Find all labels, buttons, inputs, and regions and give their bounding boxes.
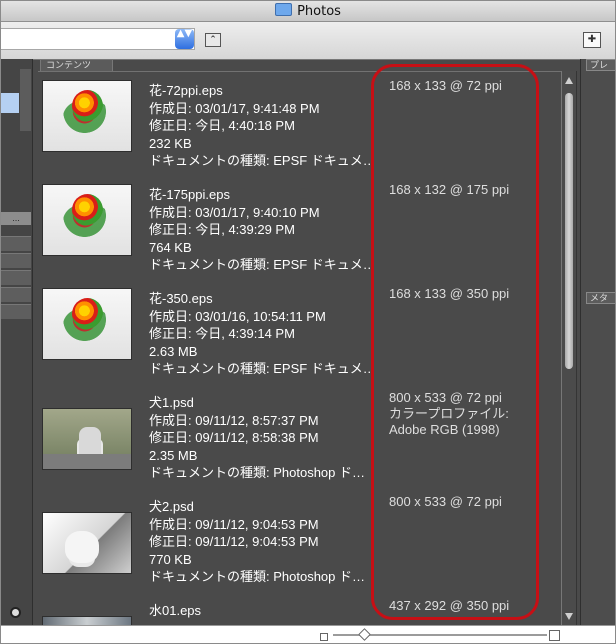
flower-thumbnail: [42, 184, 132, 256]
bottom-bar: [1, 625, 615, 643]
photos-window: Photos ▲▼ ⌃ ✚ ... コンテンツ 花-72ppi.eps 作成日: …: [0, 0, 616, 644]
path-stepper-icon[interactable]: ▲▼: [175, 29, 194, 49]
flower-thumbnail: [42, 80, 132, 152]
new-folder-button[interactable]: ✚: [583, 32, 601, 48]
small-thumbnails-icon[interactable]: [320, 633, 328, 641]
sidebar-row[interactable]: [1, 236, 31, 251]
no-entry-icon[interactable]: [10, 607, 21, 618]
sidebar-row[interactable]: [1, 270, 31, 285]
toolbar: ▲▼ ⌃ ✚: [1, 22, 615, 60]
right-panel: プレ メタ: [580, 59, 615, 634]
flower-thumbnail: [42, 288, 132, 360]
slider-knob[interactable]: [358, 628, 371, 641]
content-scrollbar[interactable]: [561, 71, 577, 626]
content-tab[interactable]: コンテンツ: [40, 59, 113, 71]
sidebar-section-header[interactable]: ...: [1, 212, 31, 225]
sidebar-scrollbar[interactable]: [20, 69, 31, 131]
item-metadata: 水01.eps: [149, 603, 202, 618]
sidebar-row[interactable]: [1, 253, 31, 268]
item-metadata: 花-72ppi.eps 作成日: 03/01/17, 9:41:48 PM 修正日:…: [149, 83, 376, 168]
window-title: Photos: [1, 3, 615, 19]
up-folder-button[interactable]: ⌃: [205, 33, 221, 47]
sidebar-selection[interactable]: [1, 93, 19, 113]
metadata-tab[interactable]: メタ: [586, 292, 615, 304]
preview-tab[interactable]: プレ: [586, 59, 615, 71]
dog-thumbnail: [42, 408, 132, 470]
sidebar-row[interactable]: [1, 287, 31, 302]
details-highlight: [371, 64, 539, 620]
title-bar: Photos: [1, 1, 615, 22]
item-metadata: 花-175ppi.eps 作成日: 03/01/17, 9:40:10 PM 修正日…: [149, 187, 376, 272]
folder-icon: [275, 3, 293, 16]
scroll-down-icon[interactable]: [565, 613, 573, 620]
scroll-thumb[interactable]: [565, 93, 573, 369]
scroll-up-icon[interactable]: [565, 77, 573, 84]
left-sidebar: ...: [1, 59, 33, 634]
item-metadata: 花-350.eps 作成日: 03/01/16, 10:54:11 PM 修正日: …: [149, 291, 376, 376]
large-thumbnails-icon[interactable]: [549, 630, 560, 641]
sidebar-row[interactable]: [1, 304, 31, 319]
item-metadata: 犬2.psd 作成日: 09/11/12, 9:04:53 PM 修正日: 09/1…: [149, 499, 365, 584]
item-metadata: 犬1.psd 作成日: 09/11/12, 8:57:37 PM 修正日: 09/1…: [149, 395, 365, 480]
dog-thumbnail: [42, 512, 132, 574]
path-popup[interactable]: [1, 28, 195, 50]
